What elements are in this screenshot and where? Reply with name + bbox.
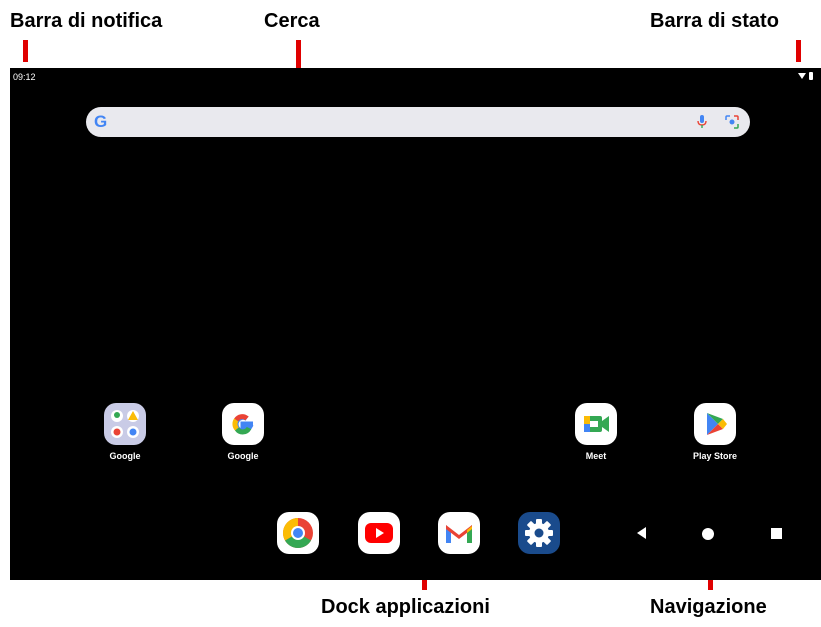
battery-icon xyxy=(809,72,813,80)
status-bar-pointer xyxy=(796,40,801,62)
chrome-icon xyxy=(282,518,313,549)
notification-bar-pointer xyxy=(23,40,28,62)
app-dock-label: Dock applicazioni xyxy=(321,596,490,618)
google-g-icon xyxy=(222,403,264,445)
navigation-label: Navigazione xyxy=(650,596,767,618)
app-label: Meet xyxy=(585,451,607,461)
search-label: Cerca xyxy=(264,10,320,32)
status-icons xyxy=(798,72,813,80)
mic-icon[interactable] xyxy=(696,115,708,129)
google-folder-icon xyxy=(104,403,146,445)
search-bar[interactable]: G xyxy=(86,107,750,137)
dock-settings[interactable] xyxy=(518,512,560,554)
nav-back-button[interactable] xyxy=(637,527,646,539)
dock-youtube[interactable] xyxy=(358,512,400,554)
app-label: Play Store xyxy=(692,451,738,461)
status-bar-label: Barra di stato xyxy=(650,10,779,32)
app-label: Google xyxy=(227,451,259,461)
app-google[interactable]: Google xyxy=(208,403,278,461)
nav-recents-button[interactable] xyxy=(771,528,782,539)
meet-icon xyxy=(575,403,617,445)
dock-gmail[interactable] xyxy=(438,512,480,554)
dock-chrome[interactable] xyxy=(277,512,319,554)
status-time: 09:12 xyxy=(13,72,36,82)
tablet-screen: 09:12 G Google Google Meet Play Store xyxy=(10,68,821,580)
app-google-folder[interactable]: Google xyxy=(90,403,160,461)
google-logo-icon: G xyxy=(94,112,108,131)
gmail-icon xyxy=(446,525,472,543)
app-play-store[interactable]: Play Store xyxy=(680,403,750,461)
nav-home-button[interactable] xyxy=(702,528,714,540)
settings-icon xyxy=(525,519,553,547)
notification-bar-label: Barra di notifica xyxy=(10,10,163,32)
app-label: Google xyxy=(109,451,141,461)
youtube-icon xyxy=(365,523,393,543)
wifi-icon xyxy=(798,73,806,79)
app-meet[interactable]: Meet xyxy=(561,403,631,461)
google-lens-icon[interactable] xyxy=(725,115,739,129)
play-store-icon xyxy=(694,403,736,445)
